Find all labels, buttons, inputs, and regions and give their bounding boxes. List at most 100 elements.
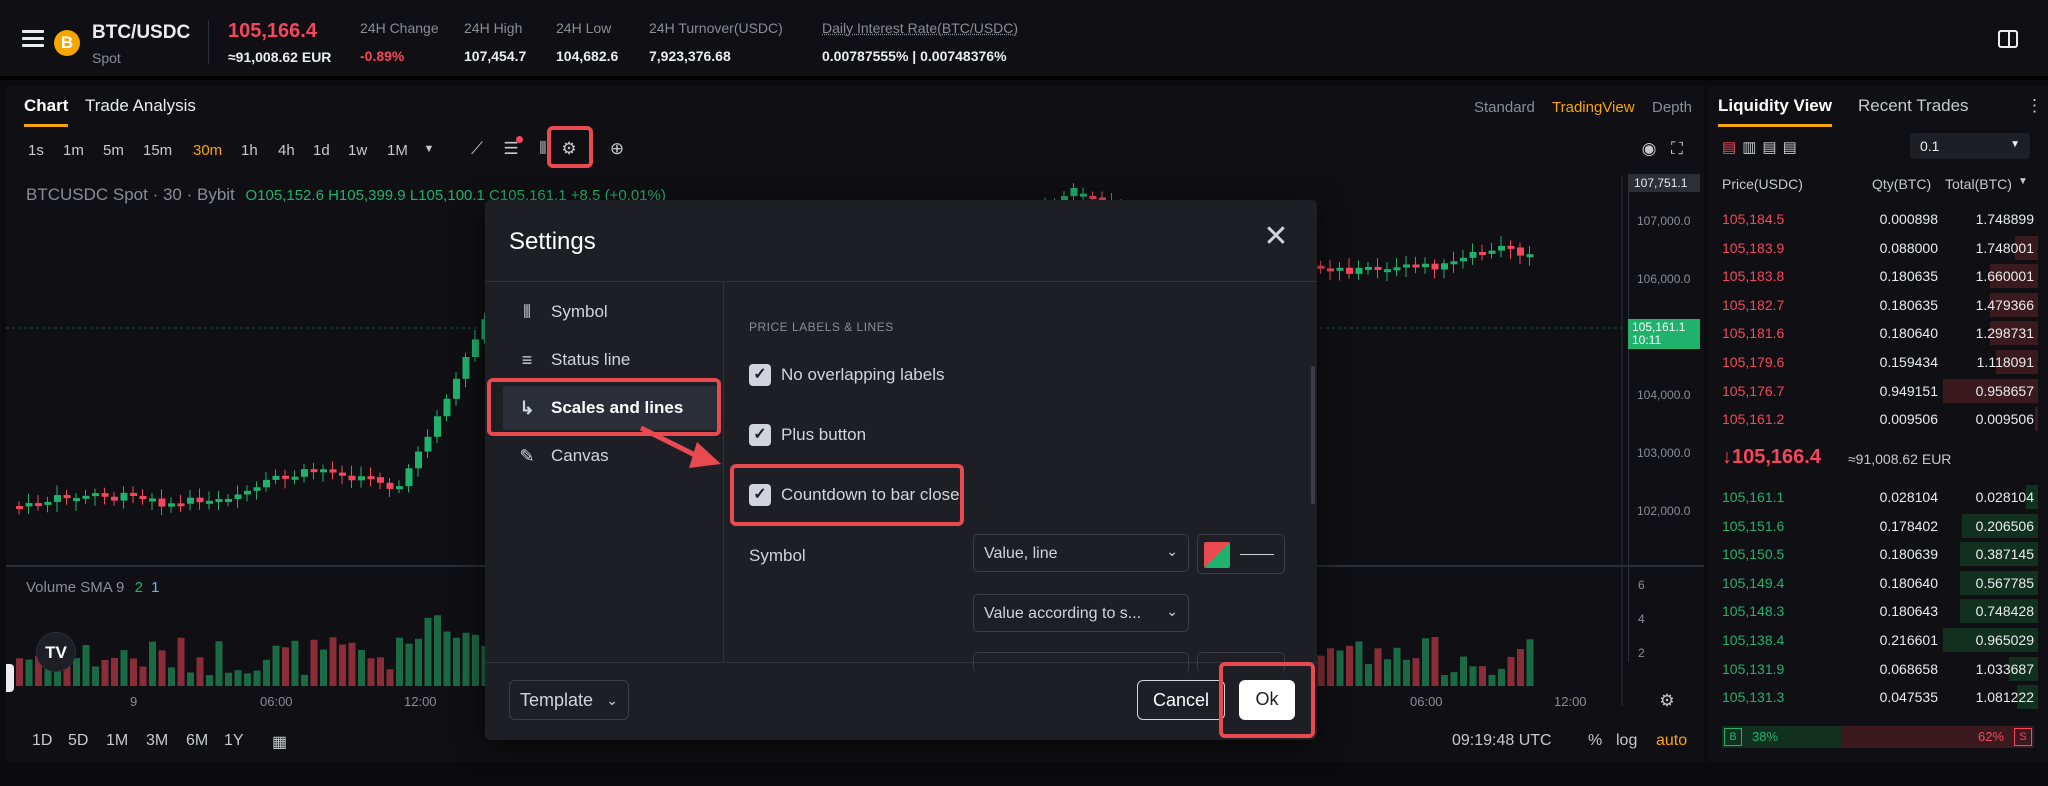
header-divider: [208, 20, 209, 64]
ask-row[interactable]: 105,179.6 0.159434 1.118091: [1708, 348, 2048, 376]
nav-status-line[interactable]: ≡ Status line: [503, 338, 717, 382]
bid-row[interactable]: 105,150.5 0.180639 0.387145: [1708, 540, 2048, 568]
range-1d[interactable]: 1D: [32, 732, 52, 750]
bid-row[interactable]: 105,131.9 0.068658 1.033687: [1708, 655, 2048, 683]
layout-depth-icon[interactable]: ▥: [1742, 139, 1762, 156]
range-3m[interactable]: 3M: [146, 732, 168, 750]
layout-both-icon[interactable]: ▤: [1722, 139, 1742, 156]
volume-bar: [234, 670, 242, 686]
candle-body: [1498, 245, 1505, 251]
layout-bids-icon[interactable]: ▤: [1762, 139, 1782, 156]
menu-icon[interactable]: [22, 30, 44, 48]
scale-log[interactable]: log: [1616, 732, 1637, 750]
range-5d[interactable]: 5D: [68, 732, 88, 750]
range-6m[interactable]: 6M: [186, 732, 208, 750]
bid-row[interactable]: 105,151.6 0.178402 0.206506: [1708, 512, 2048, 540]
candle-body: [25, 503, 33, 507]
close-icon[interactable]: ✕: [1261, 222, 1291, 252]
volume-bar: [301, 674, 308, 686]
template-button[interactable]: Template ⌄: [509, 680, 629, 720]
header-qty: Qty(BTC): [1872, 176, 1932, 192]
candle-body: [73, 498, 80, 502]
cell-price: 105,179.6: [1722, 354, 1785, 370]
pair-name[interactable]: BTC/USDC: [92, 22, 190, 44]
range-1m[interactable]: 1M: [106, 732, 128, 750]
time-label: 12:00: [1554, 694, 1587, 709]
volume-bar: [263, 659, 270, 686]
checkbox-checked-icon[interactable]: ✓: [749, 364, 771, 386]
volume-bar: [396, 637, 403, 686]
candle-body: [54, 495, 61, 502]
calendar-icon[interactable]: ▦: [272, 732, 287, 752]
bid-row[interactable]: 105,131.3 0.047535 1.081222: [1708, 683, 2048, 711]
more-icon[interactable]: ⋮: [2026, 96, 2043, 116]
ask-row[interactable]: 105,181.6 0.180640 1.298731: [1708, 319, 2048, 347]
bid-row[interactable]: 105,149.4 0.180640 0.567785: [1708, 569, 2048, 597]
ask-row[interactable]: 105,184.5 0.000898 1.748899: [1708, 205, 2048, 233]
price-tick: 107,000.0: [1637, 214, 1691, 228]
precision-select[interactable]: 0.1 ▼: [1910, 133, 2030, 159]
content-scrollbar[interactable]: [1311, 366, 1315, 504]
volume-bar: [1488, 674, 1496, 686]
ask-row[interactable]: 105,182.7 0.180635 1.479366: [1708, 291, 2048, 319]
scale-percent[interactable]: %: [1588, 732, 1602, 750]
color-swatch[interactable]: [1197, 534, 1285, 574]
candle-body: [168, 503, 175, 507]
ask-row[interactable]: 105,161.2 0.009506 0.009506: [1708, 405, 2048, 433]
cell-qty: 0.047535: [1879, 689, 1938, 706]
checkbox-label: Plus button: [781, 425, 867, 444]
cell-total: 1.033687: [1975, 660, 2034, 677]
line-style-preview: [1240, 554, 1274, 555]
nav-symbol[interactable]: ⫴ Symbol: [503, 290, 717, 334]
buy-badge: B: [1724, 728, 1742, 746]
cancel-button[interactable]: Cancel: [1137, 680, 1225, 720]
buy-sell-ratio: B 38% 62% S: [1722, 726, 2034, 748]
price-tick: 106,000.0: [1637, 272, 1691, 286]
candle-body: [101, 493, 109, 497]
bid-row[interactable]: 105,161.1 0.028104 0.028104: [1708, 483, 2048, 511]
cell-price: 105,138.4: [1722, 632, 1785, 648]
candle-body: [244, 490, 251, 495]
collapse-handle-icon[interactable]: [6, 664, 14, 692]
header-total[interactable]: Total(BTC): [1945, 176, 2012, 192]
value-source-select[interactable]: Value according to s... ⌄: [973, 594, 1189, 632]
utc-clock[interactable]: 09:19:48 UTC: [1452, 732, 1552, 750]
ask-row[interactable]: 105,183.8 0.180635 1.660001: [1708, 262, 2048, 290]
axis-settings-icon[interactable]: ⚙: [1656, 690, 1678, 712]
symbol-line-select[interactable]: Value, line ⌄: [973, 534, 1189, 572]
stat-label: Daily Interest Rate(BTC/USDC): [822, 20, 1019, 36]
volume-bar: [291, 640, 299, 686]
cell-qty: 0.178402: [1879, 517, 1938, 534]
candle-body: [139, 495, 147, 499]
candle-body: [16, 506, 23, 509]
book-layout-icons[interactable]: ▤▥▤▤: [1722, 138, 1803, 156]
candle-body: [253, 487, 261, 491]
ask-row[interactable]: 105,183.9 0.088000 1.748001: [1708, 234, 2048, 262]
candle-body: [1450, 261, 1458, 265]
volume-bar: [1412, 658, 1420, 686]
bid-row[interactable]: 105,148.3 0.180643 0.748428: [1708, 597, 2048, 625]
volume-bar: [1469, 666, 1477, 686]
stat-interest-rate[interactable]: Daily Interest Rate(BTC/USDC) 0.00787555…: [822, 20, 1018, 64]
template-label: Template: [520, 690, 594, 710]
candle-body: [301, 469, 308, 477]
ask-row[interactable]: 105,176.7 0.949151 0.958657: [1708, 377, 2048, 405]
candle-body: [272, 475, 280, 480]
checkbox-checked-icon[interactable]: ✓: [749, 424, 771, 446]
ticker-header: B BTC/USDC Spot 105,166.4 ≈91,008.62 EUR…: [0, 0, 2048, 80]
tab-recent-trades[interactable]: Recent Trades: [1858, 96, 1969, 116]
cell-qty: 0.088000: [1879, 239, 1938, 256]
scale-auto[interactable]: auto: [1656, 732, 1687, 750]
total-dropdown-icon[interactable]: ▼: [2018, 176, 2028, 187]
layout-asks-icon[interactable]: ▤: [1783, 139, 1803, 156]
range-1y[interactable]: 1Y: [224, 732, 244, 750]
bid-row[interactable]: 105,138.4 0.216601 0.965029: [1708, 626, 2048, 654]
volume-bar: [158, 650, 166, 686]
volume-bar: [253, 670, 261, 686]
volume-bar: [434, 615, 441, 686]
layout-panel-icon[interactable]: [1998, 30, 2018, 48]
volume-bar: [282, 647, 289, 686]
header-price: Price(USDC): [1722, 176, 1803, 192]
tab-liquidity-view[interactable]: Liquidity View: [1718, 96, 1832, 127]
current-price-tag: 105,161.1 10:11: [1628, 319, 1700, 349]
